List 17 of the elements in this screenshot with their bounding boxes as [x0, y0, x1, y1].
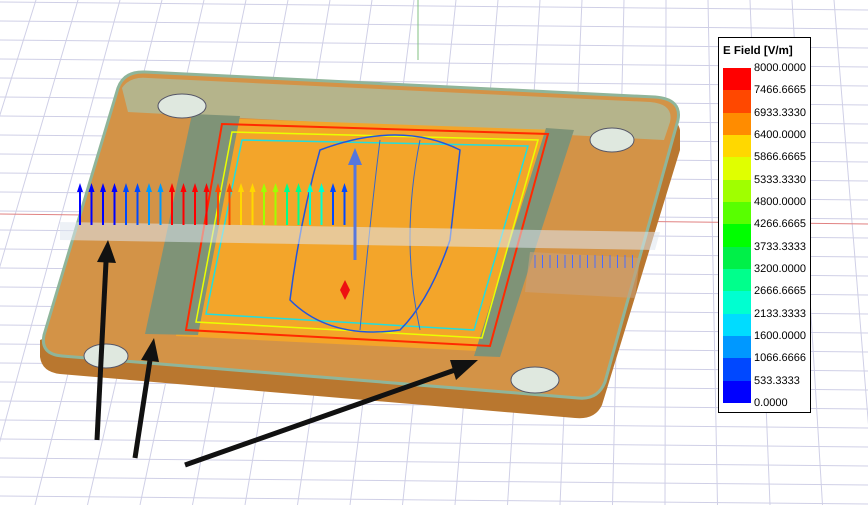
legend-value: 3733.3333 [754, 240, 806, 254]
legend-value: 0.0000 [754, 396, 789, 410]
legend-title: E Field [V/m] [723, 44, 794, 59]
legend-value: 1066.6666 [754, 351, 806, 366]
legend-value: 5866.6665 [754, 150, 806, 164]
legend-value: 1600.0000 [754, 328, 806, 343]
legend-value: 2133.3333 [754, 306, 806, 321]
legend-value: 8000.0000 [754, 61, 806, 75]
legend-value: 3200.0000 [754, 262, 806, 276]
legend-value: 6933.3330 [754, 106, 806, 120]
legend-value: 6400.0000 [754, 128, 806, 142]
legend-value: 5333.3330 [754, 172, 806, 187]
legend-value: 2666.6665 [754, 284, 806, 298]
legend-value: 7466.6665 [754, 83, 806, 98]
legend-value: 4800.0000 [754, 194, 806, 209]
legend-value: 533.3333 [754, 374, 801, 388]
legend-value: 4266.6665 [754, 217, 806, 232]
